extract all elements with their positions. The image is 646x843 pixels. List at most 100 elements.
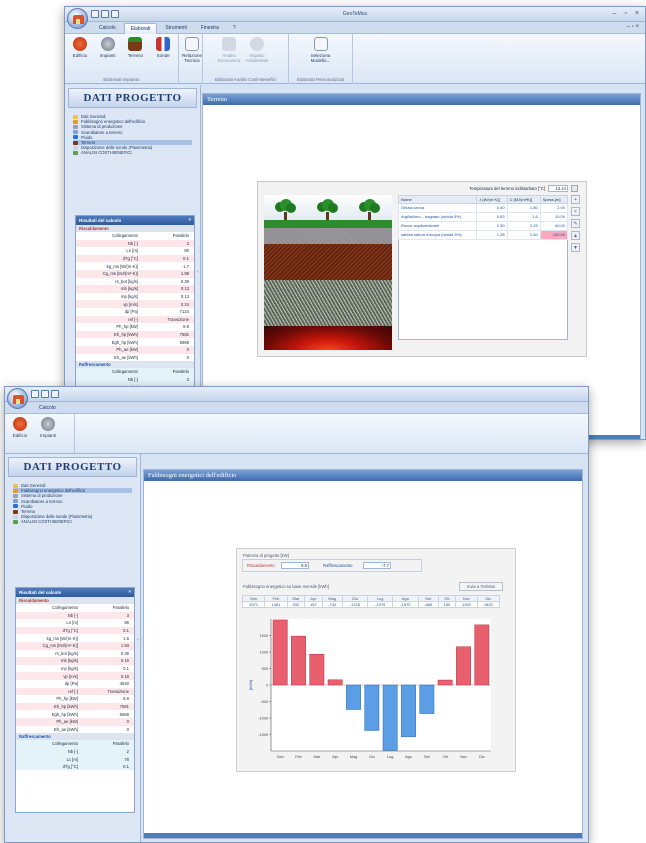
- ribbon-group-impianto: Edificio Impianti: [5, 414, 75, 454]
- result-value: Parallelo: [112, 605, 129, 611]
- ribbon-group-impianto: Edificio Impianti Terreno Sonde Elaborat…: [65, 34, 179, 84]
- edificio-button[interactable]: Edificio: [68, 37, 92, 58]
- drop-icon: [73, 135, 78, 140]
- result-key: Nb [-]: [127, 240, 138, 246]
- results-panel: Risultati del calcolo × Riscaldamento Coll…: [15, 587, 135, 813]
- month-value[interactable]: -1570: [392, 601, 419, 608]
- close-icon[interactable]: ×: [188, 217, 191, 222]
- move-up-icon[interactable]: ▲: [571, 231, 580, 240]
- collapse-arrow-icon[interactable]: ‹: [137, 637, 141, 645]
- sonde-button[interactable]: Sonde: [151, 37, 175, 58]
- result-row: Ln [m] 86: [16, 619, 134, 627]
- temperature-input[interactable]: 13.14: [548, 185, 568, 192]
- month-value[interactable]: 150: [437, 601, 457, 608]
- terreno-button[interactable]: Terreno: [124, 37, 148, 58]
- cool-power-field[interactable]: -7.7: [363, 562, 391, 569]
- results-section-header[interactable]: Riscaldamento: [16, 597, 134, 604]
- relazione-tecnica-button[interactable]: Relazione Tecnica: [182, 37, 202, 63]
- result-value: 80: [184, 248, 189, 254]
- bar-ago: [401, 684, 416, 738]
- x-tick-label: Set: [424, 755, 431, 759]
- x-tick-label: Feb: [295, 755, 302, 759]
- result-row: dTg [°C] 0.1: [16, 762, 134, 771]
- month-value[interactable]: -865: [417, 601, 439, 608]
- tab-calcolo[interactable]: Calcolo: [93, 23, 122, 34]
- month-value[interactable]: 1822: [476, 601, 501, 608]
- mdi-controls[interactable]: – ▫ ×: [627, 24, 639, 30]
- table-row[interactable]: Argilla/limo – bagnato (umida 5%) 0.83 1.6…: [397, 212, 569, 222]
- tab-calcolo[interactable]: Calcolo: [33, 403, 62, 413]
- result-row: Nb [-] 3: [76, 375, 194, 384]
- impianti-button[interactable]: Impianti: [96, 37, 120, 58]
- month-value[interactable]: 1481: [264, 601, 288, 608]
- close-icon[interactable]: ×: [128, 589, 131, 594]
- result-key: kg_ms [W/(m·K)]: [106, 263, 138, 269]
- result-row: Ph_hp [kW] 8.8: [16, 695, 134, 703]
- bar-giu: [364, 684, 380, 731]
- table-row[interactable]: Rocce anyibzerikmee 2.30 2.25 40.00: [397, 221, 569, 231]
- result-key: Egh_hp [kWh]: [51, 711, 78, 717]
- impianti-button[interactable]: Impianti: [36, 417, 60, 438]
- result-value: 0.1: [183, 256, 189, 262]
- analisi-economica-button[interactable]: Analisi Economica: [217, 37, 241, 63]
- col-capacity[interactable]: C [MJ/(m³K)]: [506, 195, 541, 204]
- open-folder-icon[interactable]: [41, 390, 49, 398]
- template-icon: [313, 37, 328, 51]
- calculator-icon[interactable]: [571, 185, 578, 192]
- app-menu-button[interactable]: [67, 8, 88, 29]
- results-section-header[interactable]: Raffrescamento: [16, 733, 134, 741]
- result-value: 7581: [119, 704, 129, 710]
- seleziona-modello-button[interactable]: Seleziona Modello...: [303, 37, 339, 63]
- invia-button[interactable]: Invia a TeriMus: [459, 582, 503, 591]
- tab-help[interactable]: ?: [227, 23, 242, 34]
- main-window-terreno: GeoTeMus – ▫ × Calcolo Elaborati Strumen…: [64, 6, 646, 440]
- save-icon[interactable]: [51, 390, 59, 398]
- system-icon: [41, 417, 55, 431]
- project-panel-header: DATI PROGETTO: [8, 457, 137, 477]
- tab-strumenti[interactable]: Strumenti: [159, 23, 192, 34]
- results-section-header[interactable]: Raffrescamento: [76, 361, 194, 369]
- app-menu-button[interactable]: [7, 388, 28, 409]
- month-value[interactable]: 1159: [455, 601, 478, 608]
- cool-label: Raffrescamento: [323, 563, 353, 568]
- result-key: Ph_hp [kW]: [56, 696, 78, 702]
- quick-access-toolbar: [31, 390, 59, 398]
- gravel-layer: [264, 228, 392, 244]
- month-value[interactable]: -1979: [367, 601, 394, 608]
- maximize-button[interactable]: ▫: [624, 10, 626, 17]
- heat-power-field[interactable]: 8.8: [281, 562, 309, 569]
- results-section-header[interactable]: Riscaldamento: [76, 225, 194, 232]
- collapse-arrow-icon[interactable]: ‹: [197, 269, 201, 277]
- monthly-bar-chart: -1500 -1000 -500 0 500 1000 1500 [kWh] Gen Feb Mar…: [248, 619, 491, 759]
- table-row[interactable]: sabbia satura d'acqua (umida 5%) 1.28 1.60…: [397, 230, 569, 240]
- result-value: Parallelo: [172, 369, 189, 375]
- y-tick-label: 1000: [260, 650, 268, 654]
- tab-elaborati[interactable]: Elaborati: [123, 23, 158, 34]
- month-value[interactable]: 157: [304, 601, 323, 608]
- result-key: mp [kg/s]: [121, 294, 138, 300]
- col-lambda[interactable]: λ [W/(m·K)]: [476, 195, 508, 204]
- month-value[interactable]: 1971: [241, 601, 266, 608]
- table-row[interactable]: Ghiaia secca 0.40 1.80 2.00: [397, 203, 569, 213]
- tree-item-analisi[interactable]: ANALISI COSTI-BENEFICI: [13, 519, 132, 524]
- result-row: Ln [m] 80: [76, 247, 194, 255]
- edificio-button[interactable]: Edificio: [8, 417, 32, 438]
- add-row-icon[interactable]: +: [571, 195, 580, 204]
- month-value[interactable]: 932: [286, 601, 306, 608]
- new-file-icon[interactable]: [31, 390, 39, 398]
- close-button[interactable]: ×: [635, 10, 639, 17]
- delete-row-icon[interactable]: ×: [571, 207, 580, 216]
- edit-icon[interactable]: ✎: [571, 219, 580, 228]
- move-down-icon[interactable]: ▼: [571, 243, 580, 252]
- impatto-ambientale-button[interactable]: Impatto Ambientale: [245, 37, 269, 63]
- month-value[interactable]: -1378: [341, 601, 369, 608]
- tab-finestra[interactable]: Finestra: [195, 23, 225, 34]
- tree-item-analisi[interactable]: ANALISI COSTI-BENEFICI: [73, 150, 192, 155]
- col-thickness[interactable]: Spess.[m]: [539, 195, 569, 204]
- col-nome[interactable]: Nome: [397, 195, 478, 204]
- minimize-button[interactable]: –: [613, 10, 617, 17]
- month-value[interactable]: -742: [321, 601, 343, 608]
- result-key: dTg [°C]: [62, 764, 78, 770]
- building-icon: [13, 417, 27, 431]
- y-axis-label: [kWh]: [248, 680, 253, 690]
